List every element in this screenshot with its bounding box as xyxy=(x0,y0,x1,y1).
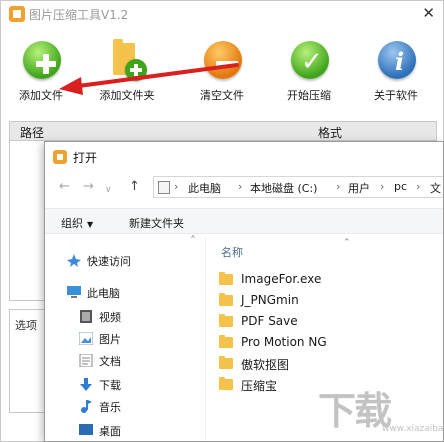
pin-icon xyxy=(67,254,81,267)
nav-label: 快速访问 xyxy=(87,255,131,268)
crumb-separator-icon: › xyxy=(174,180,179,193)
crumb-separator-icon: › xyxy=(238,180,243,193)
start-compress-label: 开始压缩 xyxy=(287,89,331,102)
nav-label: 图片 xyxy=(99,333,121,346)
navigation-pane: 快速访问 此电脑 视频 图片 文档 下载 音乐 桌面 ˄ xyxy=(45,234,205,441)
crumb-more[interactable]: 文 xyxy=(430,180,441,196)
info-icon: i xyxy=(374,37,418,81)
column-name[interactable]: 名称 xyxy=(221,244,243,260)
watermark-url: www.xiazaiba.com xyxy=(382,424,444,434)
pane-divider[interactable] xyxy=(205,238,206,441)
close-icon[interactable]: ✕ xyxy=(422,4,435,22)
file-name: 傲软抠图 xyxy=(241,358,290,372)
nav-label: 文档 xyxy=(99,355,121,368)
crumb-pc[interactable]: pc xyxy=(394,180,407,193)
recent-chevron-icon[interactable]: ∨ xyxy=(105,182,112,198)
toolbar: 添加文件 添加文件夹 清空文件 ✓ 开始压缩 i 关于软件 xyxy=(1,37,443,105)
about-label: 关于软件 xyxy=(374,89,418,102)
folder-icon xyxy=(219,356,233,369)
organize-label: 组织 xyxy=(61,217,83,230)
column-format[interactable]: 格式 xyxy=(318,124,342,141)
app-logo-icon xyxy=(9,6,25,22)
dialog-titlebar: 打开 xyxy=(45,142,443,172)
column-path[interactable]: 路径 xyxy=(20,124,44,141)
crumb-this-pc[interactable]: 此电脑 xyxy=(188,180,221,196)
dropdown-caret-icon: ▼ xyxy=(87,220,94,229)
file-name: Pro Motion NG xyxy=(241,335,327,349)
watermark-text: 下载 xyxy=(318,389,392,433)
dialog-logo-icon xyxy=(53,150,67,164)
folder-icon xyxy=(219,335,233,348)
pictures-icon xyxy=(79,332,93,345)
nav-label: 下载 xyxy=(99,379,121,392)
crumb-local-disk[interactable]: 本地磁盘 (C:) xyxy=(250,180,317,196)
documents-icon xyxy=(79,354,93,367)
folder-icon xyxy=(219,272,233,285)
nav-label: 视频 xyxy=(99,311,121,324)
file-name: 压缩宝 xyxy=(241,379,278,393)
folder-path-icon xyxy=(158,181,170,194)
scroll-up-icon[interactable]: ˄ xyxy=(190,234,196,248)
crumb-separator-icon: › xyxy=(416,180,421,193)
desktop-icon xyxy=(79,424,93,435)
watermark-logo: 下载 www.xiazaiba.com xyxy=(318,380,444,438)
back-arrow-icon[interactable]: ← xyxy=(59,179,70,195)
download-icon xyxy=(80,378,92,391)
nav-label: 桌面 xyxy=(99,425,121,438)
command-bar: 组织 ▼ 新建文件夹 xyxy=(45,208,443,234)
crumb-separator-icon: › xyxy=(380,180,385,193)
app-titlebar: 图片压缩工具V1.2 ✕ xyxy=(1,1,443,27)
sort-caret-icon: ⌃ xyxy=(343,238,351,248)
file-name: ImageFor.exe xyxy=(241,272,322,286)
folder-icon xyxy=(219,377,233,390)
address-row: ← → ∨ ↑ › 此电脑 › 本地磁盘 (C:) › 用户 › pc › 文 xyxy=(45,172,443,202)
crumb-separator-icon: › xyxy=(336,180,341,193)
red-arrow-annotation xyxy=(59,63,239,95)
forward-arrow-icon[interactable]: → xyxy=(83,179,94,195)
dialog-title: 打开 xyxy=(73,151,98,165)
start-compress-button[interactable]: ✓ 开始压缩 xyxy=(269,37,349,103)
organize-button[interactable]: 组织 ▼ xyxy=(61,215,93,231)
new-folder-button[interactable]: 新建文件夹 xyxy=(129,215,184,231)
about-button[interactable]: i 关于软件 xyxy=(356,37,436,103)
video-icon xyxy=(80,310,92,323)
file-list-header: 路径 格式 xyxy=(9,121,437,141)
check-icon: ✓ xyxy=(287,37,331,81)
nav-label: 此电脑 xyxy=(87,287,120,300)
app-title: 图片压缩工具V1.2 xyxy=(29,8,129,22)
computer-icon xyxy=(67,286,81,298)
up-arrow-icon[interactable]: ↑ xyxy=(129,179,140,195)
music-icon xyxy=(81,400,92,413)
file-name: PDF Save xyxy=(241,314,298,328)
address-bar[interactable]: › 此电脑 › 本地磁盘 (C:) › 用户 › pc › 文 xyxy=(153,176,443,198)
file-name: J_PNGmin xyxy=(241,293,299,307)
folder-icon xyxy=(219,314,233,327)
options-label: 选项 xyxy=(15,319,37,332)
crumb-users[interactable]: 用户 xyxy=(348,180,370,196)
folder-icon xyxy=(219,293,233,306)
nav-label: 音乐 xyxy=(99,401,121,414)
